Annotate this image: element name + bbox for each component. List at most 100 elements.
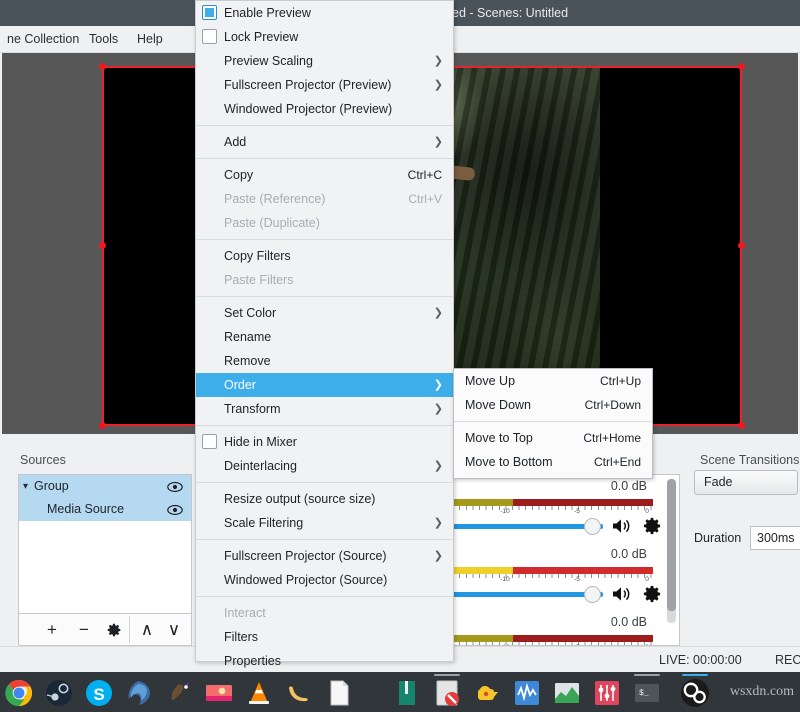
source-context-menu[interactable]: Enable Preview Lock Preview Preview Scal…	[195, 0, 454, 662]
eye-icon[interactable]	[167, 502, 183, 517]
chevron-down-icon[interactable]: ▾	[23, 475, 28, 498]
teapot-icon[interactable]	[472, 678, 502, 708]
menu-item-properties[interactable]: Properties	[196, 649, 453, 673]
sources-dock-body: ▾ Group Media Source	[18, 474, 192, 646]
menu-separator	[196, 482, 453, 483]
move-source-down-button[interactable]: ∨	[159, 614, 189, 645]
menu-item-shortcut: Ctrl+Home	[583, 426, 641, 450]
menu-item-move-down[interactable]: Move Down Ctrl+Down	[454, 393, 652, 417]
menu-item-label: Properties	[224, 649, 281, 673]
menu-item-scale-filtering[interactable]: Scale Filtering ❯	[196, 511, 453, 535]
menu-help[interactable]: Help	[130, 26, 170, 53]
menu-item-add[interactable]: Add ❯	[196, 130, 453, 154]
move-source-up-button[interactable]: ∧	[132, 614, 162, 645]
gimp-icon[interactable]	[204, 678, 234, 708]
mute-speaker-icon[interactable]	[611, 517, 633, 535]
checkbox-icon[interactable]	[202, 29, 217, 44]
order-submenu[interactable]: Move Up Ctrl+Up Move Down Ctrl+Down Move…	[453, 368, 653, 479]
chart-icon[interactable]	[552, 678, 582, 708]
chevron-right-icon: ❯	[434, 373, 443, 397]
banana-icon[interactable]	[284, 678, 314, 708]
obs-icon[interactable]	[680, 678, 710, 708]
mixer-icon[interactable]	[592, 678, 622, 708]
gear-icon[interactable]	[643, 585, 661, 603]
menu-item-deinterlacing[interactable]: Deinterlacing ❯	[196, 454, 453, 478]
menu-item-preview-scaling[interactable]: Preview Scaling ❯	[196, 49, 453, 73]
menu-item-label: Order	[224, 373, 256, 397]
checkbox-icon[interactable]	[202, 434, 217, 449]
skype-icon[interactable]: S	[84, 678, 114, 708]
menu-item-fullscreen-projector-source[interactable]: Fullscreen Projector (Source) ❯	[196, 544, 453, 568]
duration-input[interactable]: 300ms	[750, 526, 800, 550]
menu-item-move-up[interactable]: Move Up Ctrl+Up	[454, 369, 652, 393]
gear-icon[interactable]	[99, 614, 129, 645]
list-item-media-source[interactable]: Media Source	[19, 498, 191, 521]
volume-slider-handle[interactable]	[584, 518, 601, 535]
meter-tick-label: -10	[500, 576, 509, 583]
chevron-right-icon: ❯	[434, 49, 443, 73]
sources-list[interactable]: ▾ Group Media Source	[19, 475, 191, 613]
meter-tick-label: -5	[574, 508, 580, 515]
meter-tick-label: -10	[500, 508, 509, 515]
menu-item-transform[interactable]: Transform ❯	[196, 397, 453, 421]
add-source-button[interactable]: +	[37, 614, 67, 645]
menu-item-windowed-projector-source[interactable]: Windowed Projector (Source)	[196, 568, 453, 592]
menu-item-label: Move to Top	[465, 426, 533, 450]
volume-slider-handle[interactable]	[584, 586, 601, 603]
menu-item-interact: Interact	[196, 601, 453, 625]
remove-source-button[interactable]: −	[69, 614, 99, 645]
transition-select[interactable]: Fade	[694, 470, 798, 495]
list-item-group[interactable]: ▾ Group	[19, 475, 191, 498]
menu-item-label: Move to Bottom	[465, 450, 553, 474]
menu-item-label: Set Color	[224, 301, 276, 325]
terminal-icon[interactable]: $_	[632, 678, 662, 708]
menu-item-copy[interactable]: Copy Ctrl+C	[196, 163, 453, 187]
menu-separator	[196, 425, 453, 426]
disc-blocked-icon[interactable]	[432, 678, 462, 708]
menu-item-label: Copy	[224, 163, 253, 187]
channel-db-value: 0.0 dB	[611, 547, 647, 561]
menu-item-move-to-top[interactable]: Move to Top Ctrl+Home	[454, 426, 652, 450]
menu-item-order[interactable]: Order ❯	[196, 373, 453, 397]
menu-tools[interactable]: Tools	[82, 26, 125, 53]
book-icon[interactable]	[392, 678, 422, 708]
gear-icon[interactable]	[643, 517, 661, 535]
menu-item-set-color[interactable]: Set Color ❯	[196, 301, 453, 325]
menu-item-label: Paste Filters	[224, 268, 293, 292]
menu-item-move-to-bottom[interactable]: Move to Bottom Ctrl+End	[454, 450, 652, 474]
menu-item-fullscreen-projector-preview[interactable]: Fullscreen Projector (Preview) ❯	[196, 73, 453, 97]
source-label: Group	[34, 475, 69, 498]
menu-separator	[196, 539, 453, 540]
menu-separator	[196, 158, 453, 159]
menu-item-label: Windowed Projector (Preview)	[224, 97, 392, 121]
menu-item-hide-in-mixer[interactable]: Hide in Mixer	[196, 430, 453, 454]
menu-item-windowed-projector-preview[interactable]: Windowed Projector (Preview)	[196, 97, 453, 121]
chrome-icon[interactable]	[4, 678, 34, 708]
audacity-icon[interactable]	[512, 678, 542, 708]
steam-icon[interactable]	[44, 678, 74, 708]
menu-item-enable-preview[interactable]: Enable Preview	[196, 1, 453, 25]
menu-item-copy-filters[interactable]: Copy Filters	[196, 244, 453, 268]
menu-item-remove[interactable]: Remove	[196, 349, 453, 373]
menu-item-label: Fullscreen Projector (Source)	[224, 544, 387, 568]
eye-icon[interactable]	[167, 479, 183, 494]
sources-dock: Sources ▾ Group Media S	[8, 440, 200, 656]
menu-item-lock-preview[interactable]: Lock Preview	[196, 25, 453, 49]
checkbox-icon[interactable]	[202, 5, 217, 20]
rec-status: REC	[775, 647, 800, 673]
menu-item-paste-reference: Paste (Reference) Ctrl+V	[196, 187, 453, 211]
menu-item-rename[interactable]: Rename	[196, 325, 453, 349]
document-icon[interactable]	[324, 678, 354, 708]
mixer-scrollbar[interactable]	[667, 479, 676, 623]
menu-scene-collection[interactable]: ne Collection	[0, 26, 86, 53]
chevron-right-icon: ❯	[434, 544, 443, 568]
menu-item-label: Scale Filtering	[224, 511, 303, 535]
vlc-icon[interactable]	[244, 678, 274, 708]
toolbar-divider	[129, 616, 130, 643]
menu-item-label: Move Up	[465, 369, 515, 393]
mute-speaker-icon[interactable]	[611, 585, 633, 603]
inkscape-icon[interactable]	[164, 678, 194, 708]
menu-item-filters[interactable]: Filters	[196, 625, 453, 649]
krita-icon[interactable]	[124, 678, 154, 708]
menu-item-resize-output[interactable]: Resize output (source size)	[196, 487, 453, 511]
